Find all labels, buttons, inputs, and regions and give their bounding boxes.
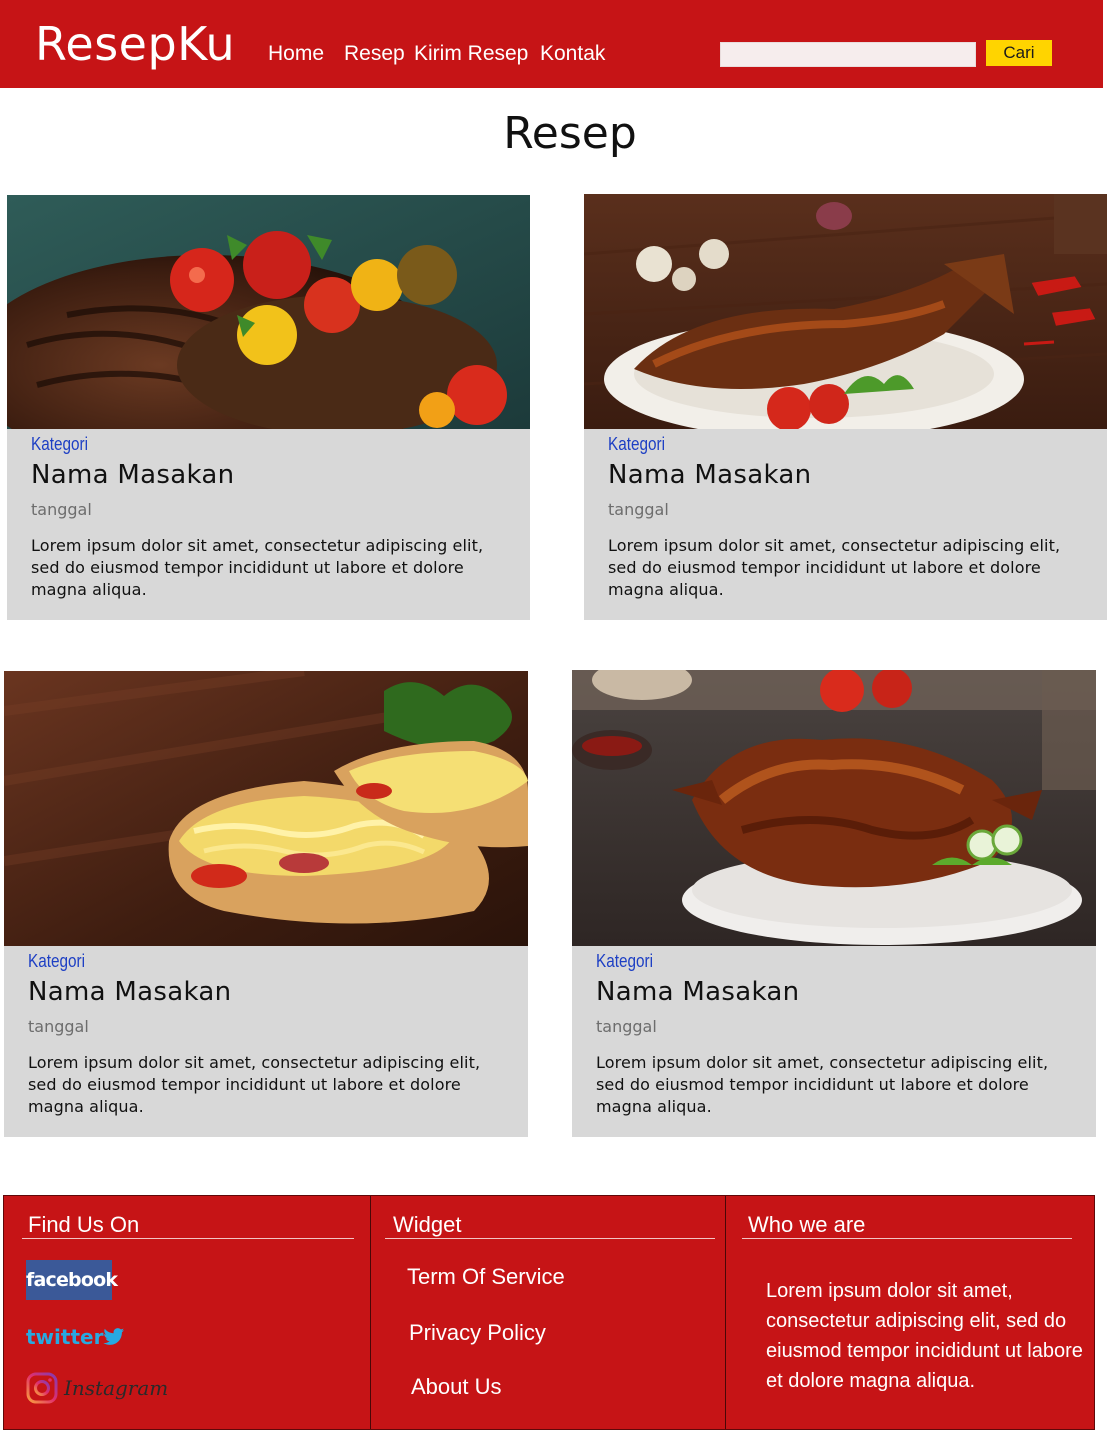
twitter-bird-icon <box>103 1328 125 1345</box>
footer-find-us-heading: Find Us On <box>28 1212 140 1237</box>
fish-illustration <box>584 194 1107 429</box>
card-title[interactable]: Nama Masakan <box>608 458 1087 492</box>
card-title[interactable]: Nama Masakan <box>31 458 510 492</box>
recipe-image-steak[interactable] <box>7 195 530 429</box>
card-description: Lorem ipsum dolor sit amet, consectetur … <box>31 536 484 599</box>
instagram-icon <box>26 1372 58 1404</box>
recipe-card[interactable]: Kategori Nama Masakan tanggal Lorem ipsu… <box>584 194 1107 620</box>
card-date: tanggal <box>31 500 92 519</box>
card-description: Lorem ipsum dolor sit amet, consectetur … <box>608 536 1061 599</box>
card-category[interactable]: Kategori <box>608 433 1015 455</box>
term-of-service-link[interactable]: Term Of Service <box>407 1262 565 1292</box>
footer-rule <box>742 1238 1072 1239</box>
card-date: tanggal <box>608 500 669 519</box>
footer-about-text: Lorem ipsum dolor sit amet, consectetur … <box>766 1280 1083 1392</box>
footer-widget-heading: Widget <box>393 1212 462 1237</box>
recipe-card[interactable]: Kategori Nama Masakan tanggal Lorem ipsu… <box>7 195 530 620</box>
bruschetta-illustration <box>4 671 528 946</box>
page-title: Resep <box>503 108 637 159</box>
recipe-image-fish[interactable] <box>584 194 1107 429</box>
card-description: Lorem ipsum dolor sit amet, consectetur … <box>596 1053 1049 1116</box>
nav-kontak[interactable]: Kontak <box>540 40 605 68</box>
card-title[interactable]: Nama Masakan <box>28 975 508 1009</box>
recipe-card[interactable]: Kategori Nama Masakan tanggal Lorem ipsu… <box>572 670 1096 1137</box>
facebook-link[interactable]: facebook <box>26 1260 118 1300</box>
about-us-link[interactable]: About Us <box>411 1372 502 1402</box>
search-input[interactable] <box>720 42 976 67</box>
card-description: Lorem ipsum dolor sit amet, consectetur … <box>28 1053 481 1116</box>
steak-illustration <box>7 195 530 429</box>
footer-who-we-are: Who we are Lorem ipsum dolor sit amet, c… <box>726 1196 1094 1429</box>
card-category[interactable]: Kategori <box>596 950 1004 972</box>
twitter-link[interactable]: twitter <box>26 1324 125 1350</box>
card-date: tanggal <box>596 1017 657 1036</box>
footer-widget: Widget Term Of Service Privacy Policy Ab… <box>371 1196 725 1429</box>
card-title[interactable]: Nama Masakan <box>596 975 1076 1009</box>
card-category[interactable]: Kategori <box>28 950 436 972</box>
instagram-link[interactable]: Instagram <box>26 1370 168 1406</box>
search-button[interactable]: Cari <box>986 40 1052 66</box>
footer-rule <box>385 1238 715 1239</box>
nav-resep[interactable]: Resep <box>344 40 405 68</box>
footer-who-heading: Who we are <box>748 1212 866 1237</box>
card-category[interactable]: Kategori <box>31 433 438 455</box>
site-logo[interactable]: ResepKu <box>35 18 235 70</box>
card-date: tanggal <box>28 1017 89 1036</box>
recipe-card[interactable]: Kategori Nama Masakan tanggal Lorem ipsu… <box>4 671 528 1137</box>
instagram-label: Instagram <box>64 1376 169 1400</box>
recipe-image-bruschetta[interactable] <box>4 671 528 946</box>
twitter-label: twitter <box>26 1325 104 1349</box>
nav-home[interactable]: Home <box>268 40 324 68</box>
chicken-illustration <box>572 670 1096 946</box>
nav-kirim-resep[interactable]: Kirim Resep <box>414 40 528 68</box>
footer-rule <box>22 1238 354 1239</box>
footer-find-us: Find Us On facebook twitter Instagram <box>4 1196 370 1429</box>
site-footer: Find Us On facebook twitter Instagram Wi… <box>3 1195 1095 1430</box>
site-header: ResepKu Home Resep Kirim Resep Kontak Ca… <box>0 0 1103 88</box>
recipe-image-chicken[interactable] <box>572 670 1096 946</box>
privacy-policy-link[interactable]: Privacy Policy <box>409 1318 546 1348</box>
